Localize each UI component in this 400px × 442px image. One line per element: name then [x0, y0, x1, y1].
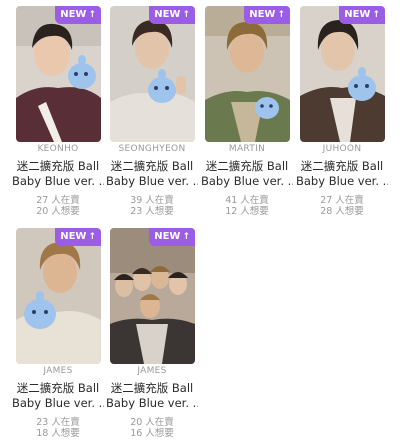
arrow-up-icon: ↑ [277, 10, 285, 20]
item-title-line2: Baby Blue ver. ... [106, 396, 198, 410]
photocard-image[interactable]: NEW ↑ [300, 6, 385, 142]
photo-juhoon-image [300, 6, 385, 142]
item-title-line2: Baby Blue ver. ... [296, 174, 388, 188]
new-badge: NEW ↑ [55, 228, 101, 246]
wanting-count: 23 人想要 [130, 206, 174, 217]
photocard-image[interactable]: NEW ↑ [16, 228, 101, 364]
photocard-item[interactable]: NEW ↑ KEONHO 迷二擴充版 Ball Baby Blue ver. ..… [12, 0, 104, 217]
photo-keonho-image [16, 6, 101, 142]
item-title-line2: Baby Blue ver. ... [106, 174, 198, 188]
photo-james-image [16, 228, 101, 364]
photocard-item[interactable]: NEW ↑ JAMES 迷二擴充版 Ball Baby Blue ver. ...… [106, 222, 198, 439]
member-name: MARTIN [228, 144, 266, 154]
new-badge: NEW ↑ [244, 6, 290, 24]
photo-group-image [110, 228, 195, 364]
member-name: SEONGHYEON [118, 144, 186, 154]
item-title-line1: 迷二擴充版 Ball [300, 159, 384, 173]
item-title-line2: Baby Blue ver. ... [201, 174, 293, 188]
arrow-up-icon: ↑ [182, 232, 190, 242]
arrow-up-icon: ↑ [88, 232, 96, 242]
arrow-up-icon: ↑ [88, 10, 96, 20]
new-badge: NEW ↑ [339, 6, 385, 24]
item-title-line1: 迷二擴充版 Ball [205, 159, 289, 173]
wanting-count: 28 人想要 [320, 206, 364, 217]
photocard-grid: NEW ↑ KEONHO 迷二擴充版 Ball Baby Blue ver. ..… [0, 0, 400, 442]
wanting-count: 18 人想要 [36, 428, 80, 439]
photocard-image[interactable]: NEW ↑ [110, 6, 195, 142]
photocard-item[interactable]: NEW ↑ MARTIN 迷二擴充版 Ball Baby Blue ver. ..… [201, 0, 293, 217]
photocard-image[interactable]: NEW ↑ [205, 6, 290, 142]
photocard-item[interactable]: NEW ↑ SEONGHYEON 迷二擴充版 Ball Baby Blue ver… [106, 0, 198, 217]
new-badge: NEW ↑ [55, 6, 101, 24]
member-name: JUHOON [322, 144, 362, 154]
arrow-up-icon: ↑ [182, 10, 190, 20]
item-title-line1: 迷二擴充版 Ball [16, 159, 100, 173]
item-title-line2: Baby Blue ver. ... [12, 174, 104, 188]
wanting-count: 12 人想要 [225, 206, 269, 217]
item-title-line1: 迷二擴充版 Ball [110, 381, 194, 395]
member-name: KEONHO [37, 144, 79, 154]
item-title-line1: 迷二擴充版 Ball [110, 159, 194, 173]
new-badge: NEW ↑ [149, 6, 195, 24]
photo-martin-image [205, 6, 290, 142]
member-name: JAMES [137, 366, 167, 376]
item-title-line1: 迷二擴充版 Ball [16, 381, 100, 395]
photocard-item[interactable]: NEW ↑ JUHOON 迷二擴充版 Ball Baby Blue ver. ..… [296, 0, 388, 217]
photocard-item[interactable]: NEW ↑ JAMES 迷二擴充版 Ball Baby Blue ver. ...… [12, 222, 104, 439]
arrow-up-icon: ↑ [372, 10, 380, 20]
member-name: JAMES [43, 366, 73, 376]
wanting-count: 20 人想要 [36, 206, 80, 217]
wanting-count: 16 人想要 [130, 428, 174, 439]
photocard-image[interactable]: NEW ↑ [16, 6, 101, 142]
item-title-line2: Baby Blue ver. ... [12, 396, 104, 410]
photo-seonghyeon-image [110, 6, 195, 142]
new-badge: NEW ↑ [149, 228, 195, 246]
photocard-image[interactable]: NEW ↑ [110, 228, 195, 364]
